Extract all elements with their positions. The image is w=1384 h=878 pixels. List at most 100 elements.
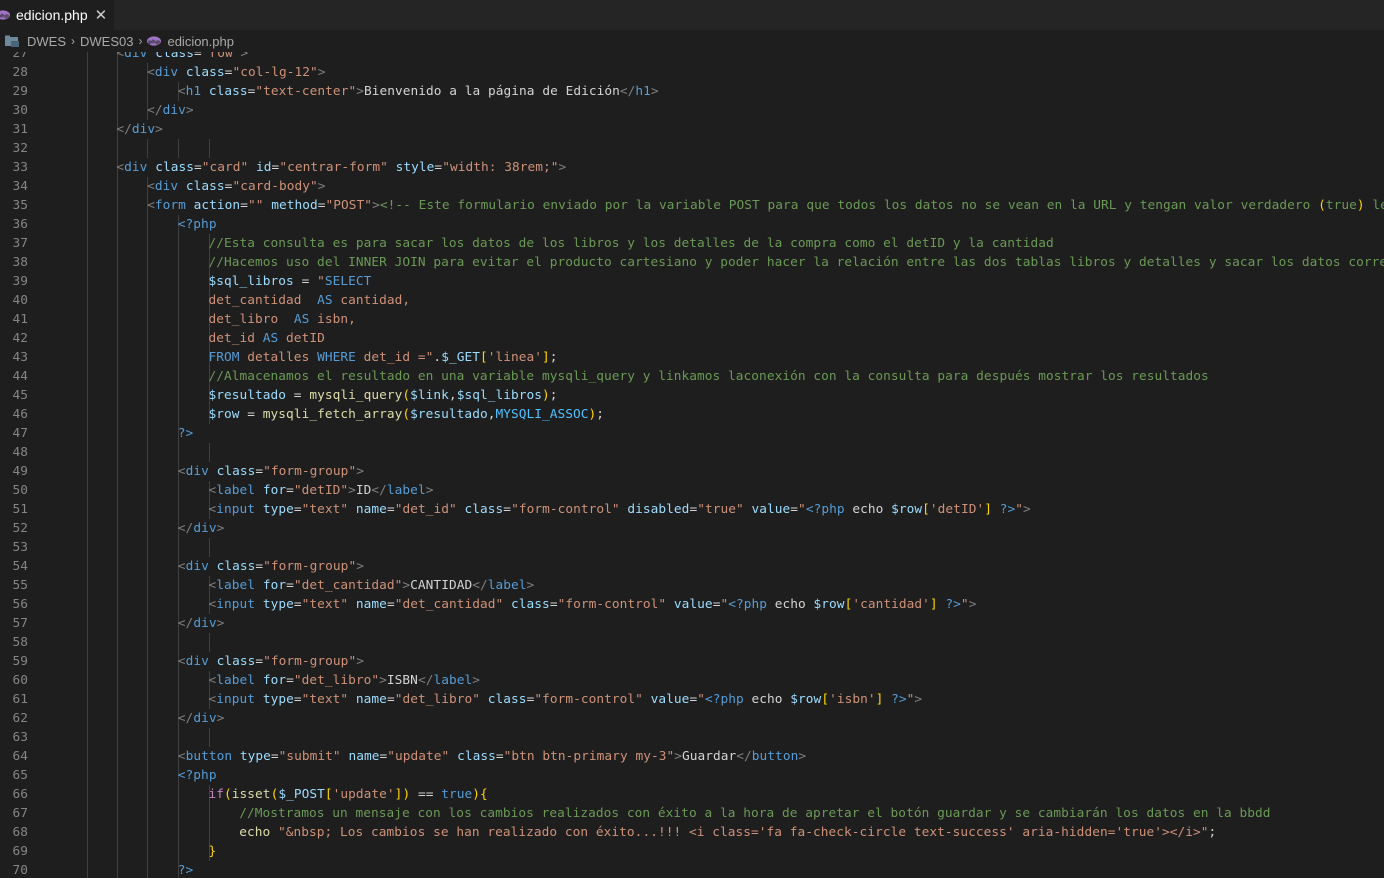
- code-token: ": [960, 597, 969, 612]
- breadcrumb-item-edicion-php[interactable]: edicion.php: [167, 34, 234, 49]
- code-token: $row: [813, 597, 845, 612]
- line-number: 66: [12, 787, 28, 802]
- code-token: ;: [596, 407, 605, 422]
- indent-guide: [116, 576, 118, 595]
- code-token: </: [417, 673, 434, 688]
- code-token: ==: [410, 787, 442, 802]
- line-number: 51: [12, 502, 28, 517]
- code-token: $link: [410, 388, 449, 403]
- code-token: le: [1372, 198, 1384, 213]
- indent-guide: [116, 196, 118, 215]
- indent-guide: [116, 671, 118, 690]
- code-token: FROM: [208, 350, 240, 365]
- code-text: FROM detalles WHERE det_id =".$_GET['lin…: [209, 348, 558, 367]
- code-text: </div>: [147, 101, 194, 120]
- code-token: div: [154, 65, 179, 80]
- indent-guide: [147, 424, 148, 443]
- code-token: 'cantidad': [852, 597, 930, 612]
- tab-label: edicion.php: [16, 7, 88, 23]
- code-token: value: [650, 692, 690, 707]
- code-token: mysqli_fetch_array: [262, 407, 403, 422]
- code-token: (: [224, 787, 232, 802]
- indent-guide: [178, 329, 179, 348]
- line-number: 46: [12, 407, 28, 422]
- code-token: >: [526, 578, 535, 593]
- code-text: $row = mysqli_fetch_array($resultado,MYS…: [209, 405, 605, 424]
- indent-guide: [147, 766, 148, 785]
- indent-guide: [116, 367, 118, 386]
- code-token: AS: [262, 331, 279, 346]
- code-token: AS: [317, 293, 333, 308]
- indent-guide: [86, 519, 88, 538]
- code-token: ,: [448, 388, 457, 403]
- code-token: echo: [767, 597, 814, 612]
- code-token: type: [262, 502, 294, 517]
- code-text: det_libro AS isbn,: [209, 310, 356, 329]
- code-text: ?>: [178, 424, 194, 443]
- code-token: "form-control": [534, 692, 643, 707]
- code-token: SELECT: [324, 274, 372, 289]
- code-token: >: [155, 122, 163, 137]
- code-token: >: [216, 711, 225, 726]
- indent-guide: [147, 842, 148, 861]
- code-token: class: [487, 692, 527, 707]
- line-number: 45: [12, 388, 28, 403]
- code-token: "centrar-form": [279, 160, 388, 175]
- indent-guide: [178, 823, 179, 842]
- code-token: div: [193, 521, 217, 536]
- indent-guide: [86, 785, 88, 804]
- code-token: input: [216, 502, 256, 517]
- indent-guide: [116, 728, 118, 747]
- line-number: 69: [12, 844, 28, 859]
- line-number: 43: [12, 350, 28, 365]
- code-text: <button type="submit" name="update" clas…: [178, 747, 806, 766]
- code-token: class: [155, 160, 194, 175]
- indent-guide: [147, 500, 148, 519]
- code-token: <: [147, 179, 155, 194]
- line-number: 38: [12, 255, 28, 270]
- line-number: 54: [12, 559, 28, 574]
- code-token: "text": [301, 502, 349, 517]
- code-token: <?php: [805, 502, 845, 517]
- code-token: =: [286, 388, 310, 403]
- code-token: "form-group": [263, 654, 357, 669]
- code-editor[interactable]: 27 <div class="row"> 28 <div class="col-lg-…: [0, 52, 1384, 878]
- indent-guide: [86, 671, 88, 690]
- code-token: detalles: [239, 350, 318, 365]
- indent-guide: [178, 386, 179, 405]
- breadcrumb-item-dwes[interactable]: DWES: [27, 34, 66, 49]
- code-text: <div class="form-group">: [178, 462, 364, 481]
- indent-guide: [147, 519, 148, 538]
- tab-edicion-php[interactable]: php edicion.php ✕: [0, 0, 114, 30]
- code-token: <: [177, 749, 186, 764]
- code-token: label: [216, 483, 256, 498]
- code-text: </div>: [116, 120, 163, 139]
- line-number: 32: [12, 141, 28, 156]
- indent-guide: [86, 728, 88, 747]
- code-token: >: [650, 84, 659, 99]
- indent-guide: [86, 747, 88, 766]
- code-text: <label for="det_cantidad">CANTIDAD</labe…: [209, 576, 535, 595]
- line-number: 31: [12, 122, 28, 137]
- breadcrumb-item-dwes03[interactable]: DWES03: [80, 34, 133, 49]
- indent-guide: [147, 405, 148, 424]
- code-text: //Hacemos uso del INNER JOIN para evitar…: [209, 253, 1384, 272]
- code-token: ": [317, 274, 325, 289]
- code-token: $resultado: [410, 407, 488, 422]
- code-token: =: [286, 673, 294, 688]
- indent-guide: [147, 557, 148, 576]
- indent-guide: [86, 63, 88, 82]
- code-token: [: [922, 502, 930, 517]
- code-text: <input type="text" name="det_cantidad" c…: [209, 595, 977, 614]
- indent-guide: [116, 291, 118, 310]
- close-tab-icon[interactable]: ✕: [95, 6, 108, 24]
